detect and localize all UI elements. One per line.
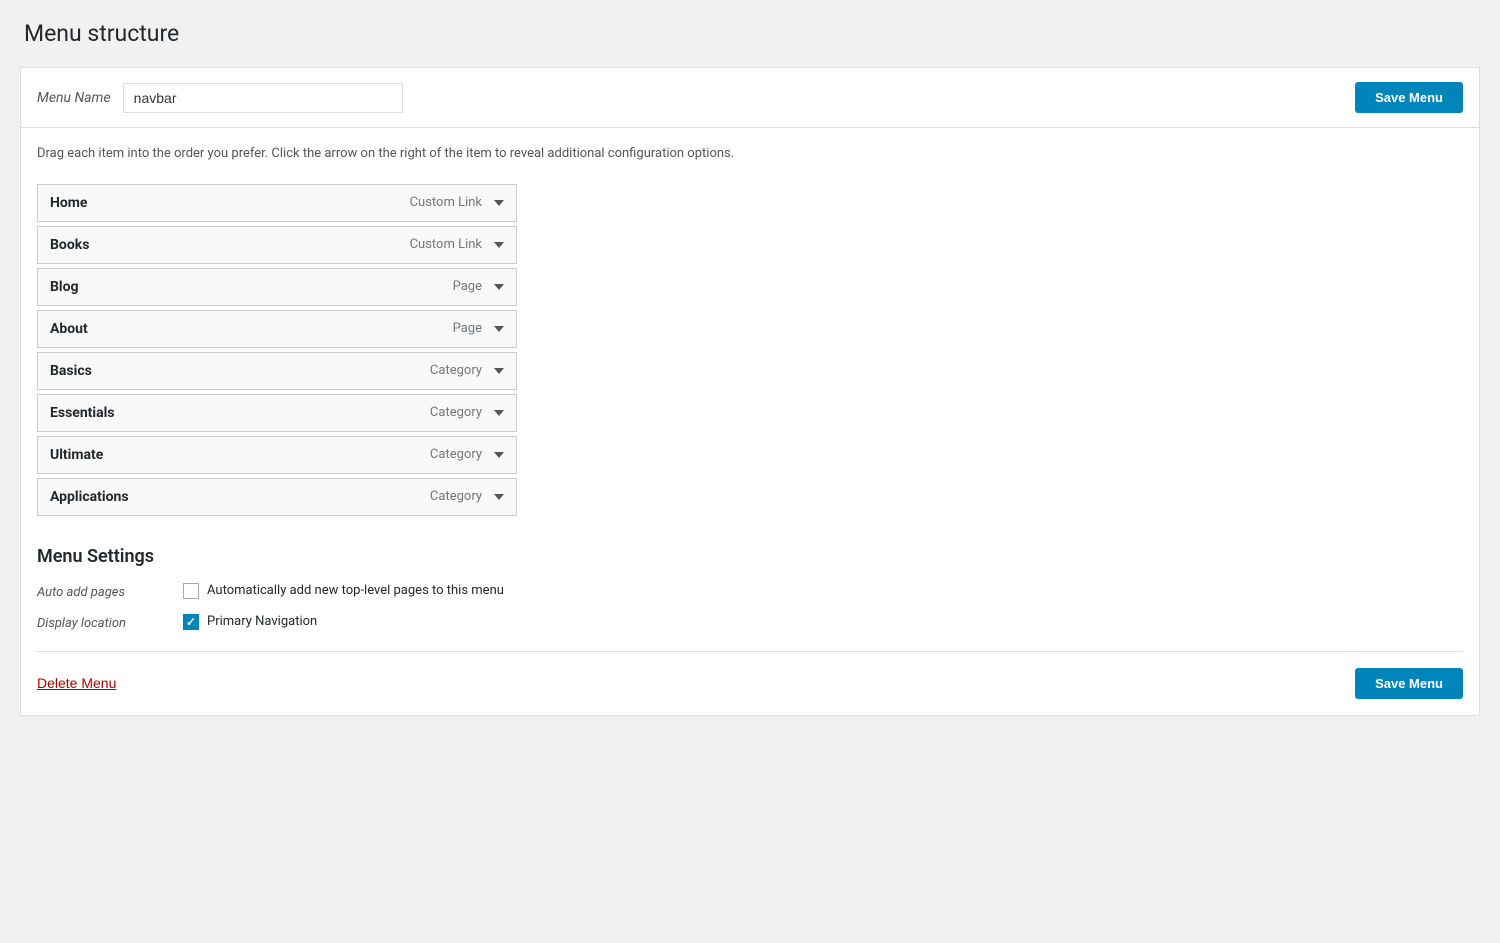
menu-item-applications-name: Applications [50,489,129,505]
auto-add-text: Automatically add new top-level pages to… [207,583,504,598]
menu-item-home-type: Custom Link [410,195,482,210]
menu-item-blog[interactable]: Blog Page [37,268,517,306]
menu-item-about-chevron[interactable] [494,326,504,332]
save-menu-button-top[interactable]: Save Menu [1355,82,1463,113]
menu-item-ultimate-chevron[interactable] [494,452,504,458]
menu-name-input[interactable] [123,83,403,113]
auto-add-label: Auto add pages [37,583,167,600]
display-location-checkbox[interactable] [183,614,199,630]
menu-item-essentials[interactable]: Essentials Category [37,394,517,432]
menu-name-label: Menu Name [37,90,111,106]
menu-item-blog-right: Page [453,279,504,294]
display-location-label: Display location [37,614,167,631]
menu-item-essentials-chevron[interactable] [494,410,504,416]
menu-item-basics[interactable]: Basics Category [37,352,517,390]
menu-item-blog-name: Blog [50,279,79,295]
delete-menu-button[interactable]: Delete Menu [37,675,116,691]
menu-settings-title: Menu Settings [37,546,1463,567]
auto-add-checkbox[interactable] [183,583,199,599]
menu-item-blog-type: Page [453,279,482,294]
menu-item-ultimate[interactable]: Ultimate Category [37,436,517,474]
menu-item-about-type: Page [453,321,482,336]
menu-item-applications[interactable]: Applications Category [37,478,517,516]
menu-item-ultimate-right: Category [430,447,504,462]
menu-item-applications-type: Category [430,489,482,504]
menu-item-about-right: Page [453,321,504,336]
menu-item-home-name: Home [50,195,87,211]
menu-item-basics-type: Category [430,363,482,378]
menu-item-basics-right: Category [430,363,504,378]
auto-add-pages-row: Auto add pages Automatically add new top… [37,583,1463,600]
menu-settings-section: Menu Settings Auto add pages Automatical… [37,546,1463,631]
page-container: Menu structure Menu Name Save Menu Drag … [20,20,1480,716]
menu-footer: Delete Menu Save Menu [37,651,1463,699]
menu-item-books-right: Custom Link [410,237,504,252]
menu-header: Menu Name Save Menu [20,67,1480,127]
menu-item-books-name: Books [50,237,89,253]
menu-item-home[interactable]: Home Custom Link [37,184,517,222]
menu-item-basics-chevron[interactable] [494,368,504,374]
display-location-control: Primary Navigation [183,614,317,630]
menu-item-blog-chevron[interactable] [494,284,504,290]
menu-item-ultimate-name: Ultimate [50,447,103,463]
menu-item-about-name: About [50,321,88,337]
menu-items-list: Home Custom Link Books Custom Link Blog … [37,184,517,516]
menu-item-basics-name: Basics [50,363,92,379]
menu-body: Drag each item into the order you prefer… [20,127,1480,716]
menu-item-books-type: Custom Link [410,237,482,252]
menu-item-applications-chevron[interactable] [494,494,504,500]
menu-item-books[interactable]: Books Custom Link [37,226,517,264]
display-location-text: Primary Navigation [207,614,317,629]
menu-item-essentials-type: Category [430,405,482,420]
save-menu-button-bottom[interactable]: Save Menu [1355,668,1463,699]
menu-item-essentials-right: Category [430,405,504,420]
menu-item-essentials-name: Essentials [50,405,115,421]
menu-item-home-chevron[interactable] [494,200,504,206]
display-location-row: Display location Primary Navigation [37,614,1463,631]
drag-instruction: Drag each item into the order you prefer… [37,144,1463,164]
menu-item-books-chevron[interactable] [494,242,504,248]
menu-item-home-right: Custom Link [410,195,504,210]
auto-add-control: Automatically add new top-level pages to… [183,583,504,599]
menu-item-ultimate-type: Category [430,447,482,462]
page-title: Menu structure [20,20,1480,47]
menu-item-about[interactable]: About Page [37,310,517,348]
menu-item-applications-right: Category [430,489,504,504]
